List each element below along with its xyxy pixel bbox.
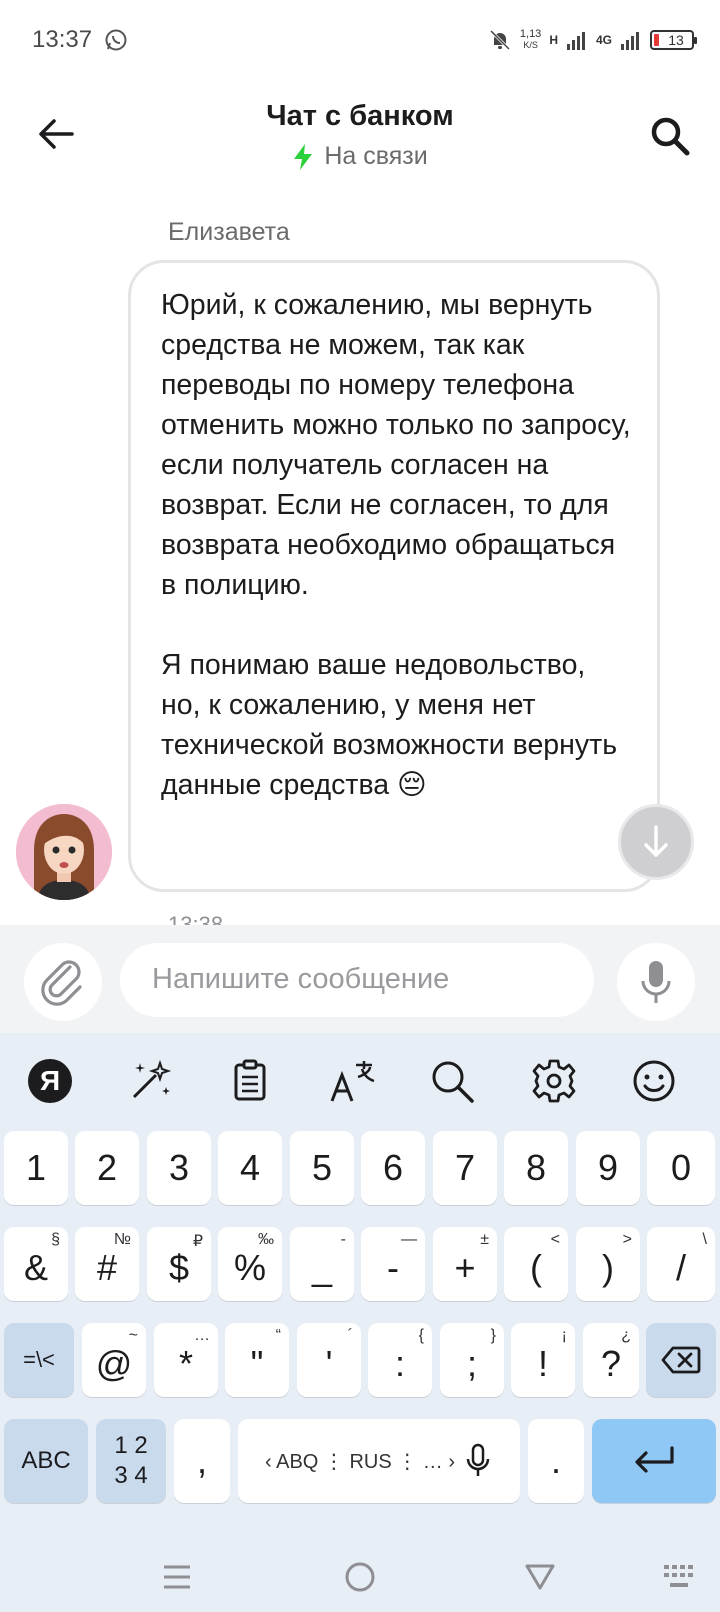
keyboard-switch-icon[interactable] xyxy=(662,1562,698,1592)
bell-off-icon xyxy=(489,29,510,51)
gear-icon[interactable] xyxy=(530,1057,578,1105)
key-more-symbols[interactable]: =\< xyxy=(4,1323,74,1397)
key-period[interactable]: . xyxy=(528,1419,584,1503)
key-1[interactable]: 1 xyxy=(4,1131,68,1205)
voice-button[interactable] xyxy=(617,943,695,1021)
status-icons: 1,13 K/S H 4G 13 xyxy=(488,24,697,56)
status-bar: 13:37 1,13 K/S H 4G 13 xyxy=(0,0,720,80)
status-time: 13:37 xyxy=(32,26,93,53)
network-h: H xyxy=(549,33,558,47)
chat-title: Чат с банком xyxy=(266,100,454,132)
key-3[interactable]: 3 xyxy=(147,1131,211,1205)
key-ampersand[interactable]: § & xyxy=(4,1227,68,1301)
keyboard: Я 1 2 3 4 5 6 7 8 9 0 § & № # ₽ $ ‰% - _… xyxy=(0,1033,720,1612)
message-list[interactable]: Елизавета Юрий, к сожалению, мы вернуть … xyxy=(0,190,720,925)
key-0[interactable]: 0 xyxy=(647,1131,715,1205)
search-icon[interactable] xyxy=(648,114,692,158)
key-minus[interactable]: — - xyxy=(361,1227,425,1301)
key-colon[interactable]: {: xyxy=(368,1323,432,1397)
network-4g: 4G xyxy=(595,33,612,47)
space-language-label: ‹ ABQ ⋮ RUS ⋮ … › xyxy=(264,1450,456,1473)
key-8[interactable]: 8 xyxy=(504,1131,568,1205)
avatar-image xyxy=(16,804,112,900)
online-status: На связи xyxy=(0,142,720,171)
key-at[interactable]: ~ @ xyxy=(82,1323,146,1397)
search-icon[interactable] xyxy=(428,1057,476,1105)
key-open-paren[interactable]: <( xyxy=(504,1227,568,1301)
key-comma[interactable]: , xyxy=(174,1419,230,1503)
signal-icon xyxy=(621,32,639,50)
microphone-icon xyxy=(641,961,671,1003)
enter-icon xyxy=(635,1446,674,1473)
key-semicolon[interactable]: }; xyxy=(440,1323,504,1397)
key-exclamation[interactable]: ¡! xyxy=(511,1323,575,1397)
net-speed: 1,13 K/S xyxy=(519,28,542,51)
key-percent[interactable]: ‰% xyxy=(218,1227,282,1301)
key-question[interactable]: ¿? xyxy=(583,1323,639,1397)
magic-wand-icon[interactable] xyxy=(126,1057,174,1105)
home-icon[interactable] xyxy=(343,1560,377,1594)
arrow-down-icon xyxy=(644,825,668,857)
key-abc[interactable]: ABC xyxy=(4,1419,88,1503)
smiley-icon[interactable] xyxy=(630,1057,678,1105)
message-sender: Елизавета xyxy=(168,218,290,246)
key-9[interactable]: 9 xyxy=(576,1131,640,1205)
whatsapp-icon xyxy=(105,29,127,51)
key-single-quote[interactable]: ´ ' xyxy=(297,1323,361,1397)
key-space[interactable]: ‹ ABQ ⋮ RUS ⋮ … › xyxy=(238,1419,520,1503)
key-6[interactable]: 6 xyxy=(361,1131,425,1205)
online-status-label: На связи xyxy=(324,142,428,170)
key-7[interactable]: 7 xyxy=(433,1131,497,1205)
key-5[interactable]: 5 xyxy=(290,1131,354,1205)
key-plus[interactable]: ± + xyxy=(433,1227,497,1301)
key-2[interactable]: 2 xyxy=(75,1131,139,1205)
key-underscore[interactable]: - _ xyxy=(290,1227,354,1301)
attach-button[interactable] xyxy=(24,943,102,1021)
key-hash[interactable]: № # xyxy=(75,1227,139,1301)
key-double-quote[interactable]: “" xyxy=(225,1323,289,1397)
battery-icon: 13 xyxy=(650,30,697,50)
message-bubble[interactable]: Юрий, к сожалению, мы вернуть средства н… xyxy=(128,260,660,892)
key-enter[interactable] xyxy=(592,1419,716,1503)
back-triangle-icon[interactable] xyxy=(523,1560,557,1592)
key-slash[interactable]: \ / xyxy=(647,1227,715,1301)
yandex-icon[interactable]: Я xyxy=(26,1057,74,1105)
message-input[interactable]: Напишите сообщение xyxy=(120,943,594,1017)
signal-icon xyxy=(566,32,585,50)
scroll-down-button[interactable] xyxy=(618,804,694,880)
clipboard-icon[interactable] xyxy=(226,1057,274,1105)
navigation-bar xyxy=(0,1540,720,1612)
key-asterisk[interactable]: … * xyxy=(154,1323,218,1397)
key-numpad[interactable]: 1 23 4 xyxy=(96,1419,166,1503)
translate-icon[interactable] xyxy=(328,1057,376,1105)
key-backspace[interactable] xyxy=(646,1323,716,1397)
message-input-placeholder: Напишите сообщение xyxy=(152,963,450,995)
key-close-paren[interactable]: >) xyxy=(576,1227,640,1301)
microphone-icon xyxy=(466,1443,490,1476)
menu-icon[interactable] xyxy=(160,1562,194,1592)
lightning-icon xyxy=(294,144,313,171)
paperclip-icon xyxy=(41,960,82,1006)
composer-bar: Напишите сообщение xyxy=(0,925,720,1033)
avatar[interactable] xyxy=(16,804,112,900)
key-4[interactable]: 4 xyxy=(218,1131,282,1205)
key-dollar[interactable]: ₽ $ xyxy=(147,1227,211,1301)
chat-header: Чат с банком На связи xyxy=(0,80,720,190)
message-time: 13:38 xyxy=(168,912,224,925)
backspace-icon xyxy=(661,1346,701,1374)
